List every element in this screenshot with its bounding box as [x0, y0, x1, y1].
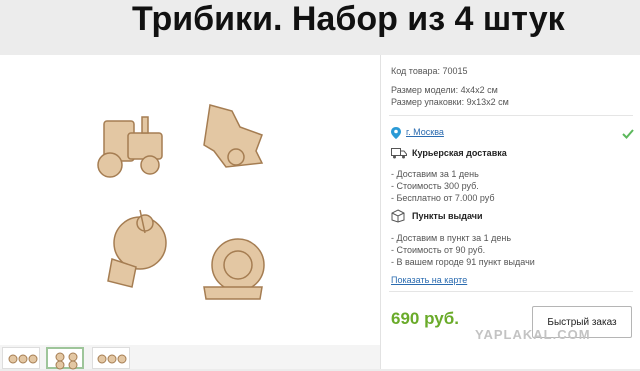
thumbnail-3[interactable]	[92, 347, 130, 369]
page-title: Трибики. Набор из 4 штук	[132, 0, 565, 38]
sku: Код товара: 70015	[391, 66, 468, 76]
thumbnail-image	[8, 354, 38, 364]
dino-figure	[203, 104, 264, 168]
product-image-gallery[interactable]	[0, 55, 380, 345]
divider	[389, 291, 633, 292]
truck-icon	[391, 146, 407, 164]
page-header: Трибики. Набор из 4 штук	[0, 0, 640, 55]
courier-item: - Бесплатно от 7.000 руб	[391, 193, 495, 203]
thumbnail-1[interactable]	[2, 347, 40, 369]
head-figure	[107, 209, 167, 288]
show-on-map-link[interactable]: Показать на карте	[391, 275, 467, 285]
product-price: 690 руб.	[391, 309, 459, 328]
thumbnail-2[interactable]	[46, 347, 84, 370]
pickup-item: - В вашем городе 91 пункт выдачи	[391, 257, 535, 267]
tractor-figure	[97, 116, 163, 178]
thumbnail-image	[97, 354, 127, 364]
thumbnail-strip	[0, 345, 380, 370]
package-size: Размер упаковки: 9x13x2 см	[391, 97, 509, 107]
check-icon	[622, 126, 634, 144]
location-pin-icon	[391, 126, 401, 144]
thumbnail-image	[55, 352, 78, 370]
divider	[389, 115, 633, 116]
courier-title: Курьерская доставка	[412, 148, 507, 158]
box-icon	[391, 209, 405, 228]
courier-item: - Доставим за 1 день	[391, 169, 479, 179]
model-size: Размер модели: 4x4x2 см	[391, 85, 498, 95]
snail-figure	[203, 238, 265, 300]
watermark: YAPLAKAL.COM	[475, 327, 591, 342]
courier-item: - Стоимость 300 руб.	[391, 181, 479, 191]
pickup-title: Пункты выдачи	[412, 211, 483, 221]
product-photo	[97, 104, 265, 300]
pickup-item: - Доставим в пункт за 1 день	[391, 233, 512, 243]
product-info-panel: Код товара: 70015 Размер модели: 4x4x2 с…	[380, 55, 640, 369]
pickup-item: - Стоимость от 90 руб.	[391, 245, 486, 255]
city-link[interactable]: г. Москва	[406, 127, 444, 137]
